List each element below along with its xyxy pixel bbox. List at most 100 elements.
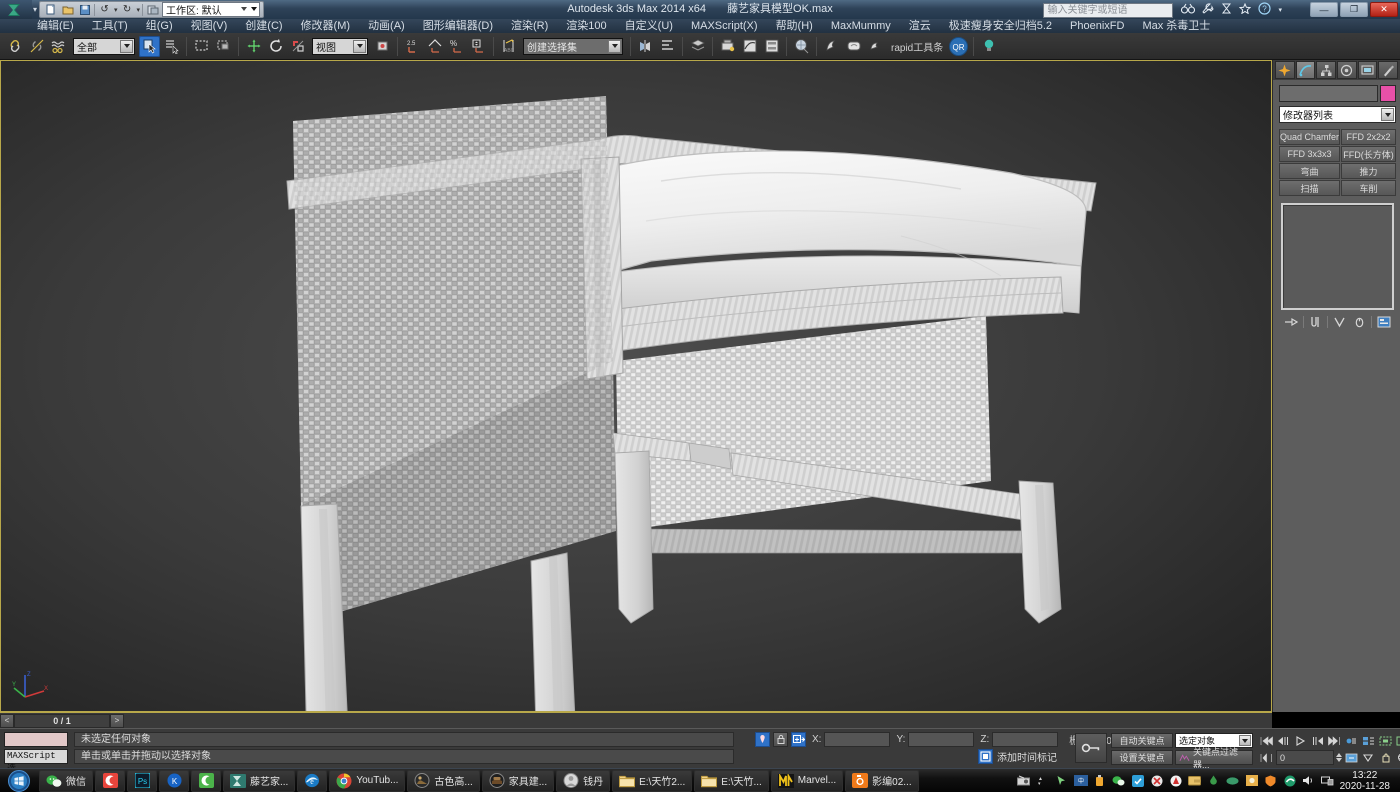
y-coordinate-field[interactable]: [908, 732, 974, 747]
bind-spacewarp-icon[interactable]: [48, 36, 69, 57]
key-mode-toggle-icon[interactable]: [1075, 733, 1107, 763]
motion-tab[interactable]: [1337, 61, 1357, 79]
display-tab[interactable]: [1358, 61, 1378, 79]
help-icon[interactable]: ?: [1258, 2, 1271, 18]
taskbar-item-10[interactable]: 钱丹: [556, 770, 610, 792]
align-icon[interactable]: [657, 36, 678, 57]
mirror-icon[interactable]: [635, 36, 656, 57]
isolate-selection-icon[interactable]: [755, 732, 770, 747]
modifier-button-1[interactable]: FFD 2x2x2: [1341, 129, 1396, 145]
maxscript-mini-listener-color[interactable]: [4, 732, 68, 747]
taskbar-item-9[interactable]: 家具建...: [482, 770, 554, 792]
workspace-menu-icon[interactable]: [251, 7, 257, 11]
dropper-icon[interactable]: [1207, 774, 1221, 788]
radio-icon[interactable]: [1017, 774, 1031, 788]
orbit-icon[interactable]: [1395, 750, 1400, 765]
next-frame-icon[interactable]: [1310, 733, 1325, 748]
absolute-relative-icon[interactable]: [791, 732, 806, 747]
percent-snap-toggle-icon[interactable]: %: [446, 36, 467, 57]
track-next-button[interactable]: >: [110, 714, 124, 728]
taskbar-item-6[interactable]: e: [297, 770, 327, 792]
create-tab[interactable]: [1275, 61, 1295, 79]
wallet-icon[interactable]: [1188, 774, 1202, 788]
undo-icon[interactable]: ↺: [97, 2, 112, 17]
named-selection-chevron-icon[interactable]: [608, 40, 621, 53]
auto-key-button[interactable]: 自动关键点: [1111, 733, 1173, 748]
menu-item-7[interactable]: 图形编辑器(D): [414, 19, 502, 33]
add-time-tag-label[interactable]: 添加时间标记: [997, 749, 1057, 764]
modifier-button-7[interactable]: 车削: [1341, 180, 1396, 196]
render-setup-icon[interactable]: [717, 36, 738, 57]
modifier-button-6[interactable]: 扫描: [1279, 180, 1340, 196]
render-production-icon[interactable]: [821, 36, 842, 57]
menu-item-11[interactable]: MAXScript(X): [682, 19, 767, 33]
search-input[interactable]: 输入关键字或短语: [1043, 3, 1173, 18]
redo-icon[interactable]: ↻: [120, 2, 135, 17]
undo-dropdown-icon[interactable]: ▾: [114, 6, 118, 14]
network-icon[interactable]: [1321, 774, 1335, 788]
unlink-icon[interactable]: [26, 36, 47, 57]
menu-item-15[interactable]: 极速瘦身安全归档5.2: [940, 19, 1061, 33]
new-file-icon[interactable]: [43, 2, 58, 17]
modifier-button-2[interactable]: FFD 3x3x3: [1279, 146, 1340, 162]
taskbar-item-8[interactable]: 古色高...: [407, 770, 479, 792]
menu-item-9[interactable]: 渲染100: [557, 19, 615, 33]
render-iterative-icon[interactable]: [843, 36, 864, 57]
reference-coordinate-dropdown[interactable]: 视图: [312, 38, 368, 55]
time-configuration-icon[interactable]: [1361, 733, 1376, 748]
key-filters-button[interactable]: 关键点过滤器...: [1175, 750, 1253, 765]
snap-toggle-icon[interactable]: 2.5: [402, 36, 423, 57]
project-folder-icon[interactable]: [145, 2, 160, 17]
track-prev-button[interactable]: <: [0, 714, 14, 728]
wechat-tray-icon[interactable]: [1112, 774, 1126, 788]
app-menu-arrow-icon[interactable]: ▾: [33, 5, 37, 14]
render-activeshade-icon[interactable]: [865, 36, 886, 57]
select-and-move-icon[interactable]: [243, 36, 264, 57]
ime-icon[interactable]: 中: [1074, 774, 1088, 788]
select-link-icon[interactable]: [4, 36, 25, 57]
zoom-extents-all-icon[interactable]: [1378, 733, 1393, 748]
qr-icon[interactable]: QR: [948, 36, 969, 57]
set-key-button[interactable]: 设置关键点: [1111, 750, 1173, 765]
named-selection-set-dropdown[interactable]: 创建选择集: [523, 38, 623, 55]
menu-item-8[interactable]: 渲染(R): [502, 19, 557, 33]
current-frame-field[interactable]: 0: [1276, 750, 1334, 765]
select-and-rotate-icon[interactable]: [265, 36, 286, 57]
key-mode-icon[interactable]: [1344, 733, 1359, 748]
shield-icon[interactable]: [1264, 774, 1278, 788]
max-application-button[interactable]: [0, 0, 32, 19]
menu-item-0[interactable]: 编辑(E): [28, 19, 83, 33]
pan-icon[interactable]: [1378, 750, 1393, 765]
redo-dropdown-icon[interactable]: ▾: [137, 6, 141, 14]
window-crossing-toggle-icon[interactable]: [213, 36, 234, 57]
green-icon[interactable]: [1226, 774, 1240, 788]
taskbar-item-13[interactable]: Marvel...: [771, 770, 843, 792]
taskbar-item-5[interactable]: 藤艺家...: [223, 770, 295, 792]
modify-tab[interactable]: [1296, 61, 1316, 79]
hierarchy-tab[interactable]: [1316, 61, 1336, 79]
modifier-button-3[interactable]: FFD(长方体): [1341, 146, 1396, 162]
select-by-name-icon[interactable]: [161, 36, 182, 57]
track-bar[interactable]: < 0 / 1 >: [0, 712, 1272, 728]
reference-coordinate-chevron-icon[interactable]: [353, 40, 366, 53]
goto-start-icon[interactable]: [1259, 733, 1274, 748]
menu-item-13[interactable]: MaxMummy: [822, 19, 900, 33]
rectangular-selection-region-icon[interactable]: [191, 36, 212, 57]
show-end-result-icon[interactable]: [1308, 315, 1324, 329]
cursor-icon[interactable]: [1055, 774, 1069, 788]
taskbar-clock[interactable]: 13:22 2020-11-28: [1340, 770, 1394, 792]
binoculars-icon[interactable]: [1181, 3, 1195, 17]
taskbar-item-4[interactable]: [191, 770, 221, 792]
frame-indicator[interactable]: 0 / 1: [14, 714, 110, 728]
photo-icon[interactable]: [1245, 774, 1259, 788]
object-name-field[interactable]: [1279, 85, 1378, 102]
menu-item-2[interactable]: 组(G): [137, 19, 182, 33]
menu-item-10[interactable]: 自定义(U): [616, 19, 682, 33]
angle-snap-toggle-icon[interactable]: [424, 36, 445, 57]
menu-item-3[interactable]: 视图(V): [182, 19, 237, 33]
pivot-center-icon[interactable]: [372, 36, 393, 57]
taskbar-item-0[interactable]: 微信: [39, 770, 93, 792]
menu-item-17[interactable]: Max 杀毒卫士: [1133, 19, 1219, 33]
menu-item-5[interactable]: 修改器(M): [292, 19, 360, 33]
object-color-swatch[interactable]: [1380, 85, 1396, 102]
